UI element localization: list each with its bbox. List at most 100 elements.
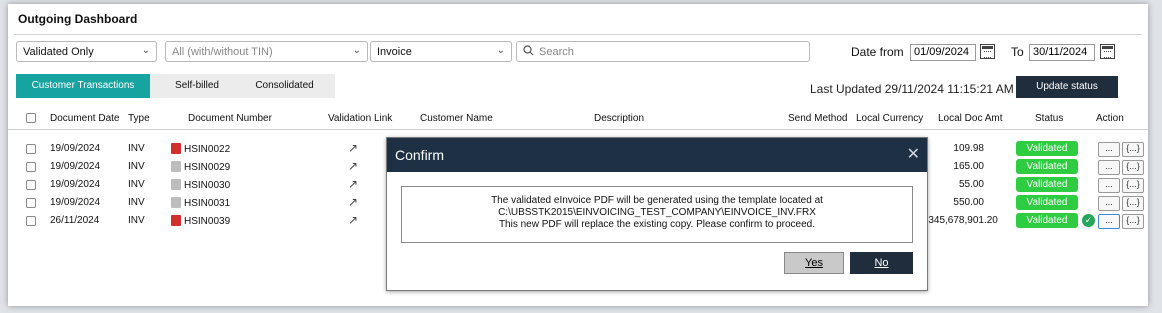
pdf-icon[interactable] [171,161,181,172]
row-checkbox[interactable] [26,198,36,208]
row-checkbox[interactable] [26,216,36,226]
col-send-method[interactable]: Send Method [788,113,848,124]
chevron-down-icon: ⌄ [496,45,505,56]
pdf-icon[interactable] [171,215,181,226]
json-button[interactable]: {...} [1122,196,1144,211]
row-amount: 109.98 [953,143,984,154]
row-checkbox[interactable] [26,180,36,190]
tab-consolidated[interactable]: Consolidated [242,74,327,98]
pdf-icon[interactable] [171,179,181,190]
close-icon[interactable]: ✕ [907,144,920,164]
external-link-icon[interactable]: ↗ [348,177,358,191]
more-button[interactable]: ... [1098,142,1120,157]
check-circle-icon: ✓ [1082,214,1095,227]
col-description[interactable]: Description [594,113,644,124]
more-button[interactable]: ... [1098,214,1120,229]
row-type: INV [128,215,145,226]
pdf-icon[interactable] [171,197,181,208]
doc-type-value: Invoice [377,46,412,58]
json-button[interactable]: {...} [1122,214,1144,229]
dashboard-window: Outgoing Dashboard Validated Only ⌄ All … [8,4,1148,306]
row-type: INV [128,161,145,172]
col-local-currency[interactable]: Local Currency [856,113,923,124]
validation-filter-value: Validated Only [23,46,94,58]
calendar-icon[interactable] [980,44,995,59]
row-amount: 2,345,678,901.20 [920,215,998,226]
row-date: 19/09/2024 [50,179,101,190]
json-button[interactable]: {...} [1122,142,1144,157]
external-link-icon[interactable]: ↗ [348,195,358,209]
dialog-title: Confirm [395,147,445,163]
chevron-down-icon: ⌄ [352,45,361,56]
pdf-icon[interactable] [171,143,181,154]
json-button[interactable]: {...} [1122,160,1144,175]
status-text: Validated [1016,159,1078,174]
row-amount: 165.00 [953,161,984,172]
row-doc-number[interactable]: HSIN0022 [171,143,230,155]
title-divider [14,34,1142,35]
tin-filter-select[interactable]: All (with/without TIN) ⌄ [165,41,368,62]
update-status-button[interactable]: Update status [1016,76,1118,98]
row-doc-number[interactable]: HSIN0029 [171,161,230,173]
no-button[interactable]: No [850,252,913,274]
col-action[interactable]: Action [1096,113,1124,124]
status-text: Validated [1016,195,1078,210]
search-input[interactable]: Search [516,41,810,62]
row-type: INV [128,143,145,154]
search-placeholder: Search [539,46,574,58]
col-type[interactable]: Type [128,113,150,124]
row-doc-number-text: HSIN0031 [184,198,231,209]
row-type: INV [128,197,145,208]
row-doc-number[interactable]: HSIN0030 [171,179,230,191]
calendar-icon[interactable] [1100,44,1115,59]
dialog-titlebar: Confirm ✕ [387,138,927,172]
yes-button-label: Yes [805,257,823,269]
yes-button[interactable]: Yes [784,252,844,274]
confirm-dialog: Confirm ✕ The validated eInvoice PDF wil… [386,137,928,291]
date-from-field[interactable]: 01/09/2024 [910,44,976,61]
external-link-icon[interactable]: ↗ [348,159,358,173]
row-date: 19/09/2024 [50,197,101,208]
external-link-icon[interactable]: ↗ [348,213,358,227]
dialog-message-path: C:\UBSSTK2015\EINVOICING_TEST_COMPANY\EI… [498,207,816,218]
external-link-icon[interactable]: ↗ [348,141,358,155]
col-document-number[interactable]: Document Number [188,113,272,124]
tin-filter-value: All (with/without TIN) [172,46,273,58]
json-button[interactable]: {...} [1122,178,1144,193]
dialog-message-line: The validated eInvoice PDF will be gener… [491,195,823,206]
no-button-label: No [874,257,889,269]
tab-customer-transactions[interactable]: Customer Transactions [16,74,150,98]
row-doc-number-text: HSIN0029 [184,162,231,173]
date-to-label: To [1011,45,1024,59]
table-header: Document Date Type Document Number Valid… [8,108,1148,130]
select-all-checkbox[interactable] [26,113,36,123]
row-checkbox[interactable] [26,162,36,172]
row-checkbox[interactable] [26,144,36,154]
search-icon [523,45,534,56]
more-button[interactable]: ... [1098,160,1120,175]
dialog-message: The validated eInvoice PDF will be gener… [401,186,913,243]
chevron-down-icon: ⌄ [141,45,150,56]
col-local-doc-amt[interactable]: Local Doc Amt [938,113,1002,124]
more-button[interactable]: ... [1098,178,1120,193]
dialog-message-line: This new PDF will replace the existing c… [498,219,816,230]
validation-filter-select[interactable]: Validated Only ⌄ [16,41,157,62]
row-doc-number-text: HSIN0022 [184,144,231,155]
col-document-date[interactable]: Document Date [50,113,119,124]
row-doc-number-text: HSIN0039 [184,216,231,227]
status-text: Validated [1016,213,1078,228]
status-text: Validated [1016,177,1078,192]
date-from-label: Date from [851,45,904,59]
col-status[interactable]: Status [1035,113,1063,124]
row-doc-number[interactable]: HSIN0031 [171,197,230,209]
row-amount: 550.00 [953,197,984,208]
doc-type-select[interactable]: Invoice ⌄ [370,41,512,62]
col-validation-link[interactable]: Validation Link [328,113,392,124]
tab-self-billed[interactable]: Self-billed [157,74,237,98]
date-to-field[interactable]: 30/11/2024 [1029,44,1095,61]
row-doc-number[interactable]: HSIN0039 [171,215,230,227]
col-customer-name[interactable]: Customer Name [420,113,493,124]
transaction-tabs: Customer Transactions Self-billed Consol… [16,74,335,98]
row-type: INV [128,179,145,190]
more-button[interactable]: ... [1098,196,1120,211]
